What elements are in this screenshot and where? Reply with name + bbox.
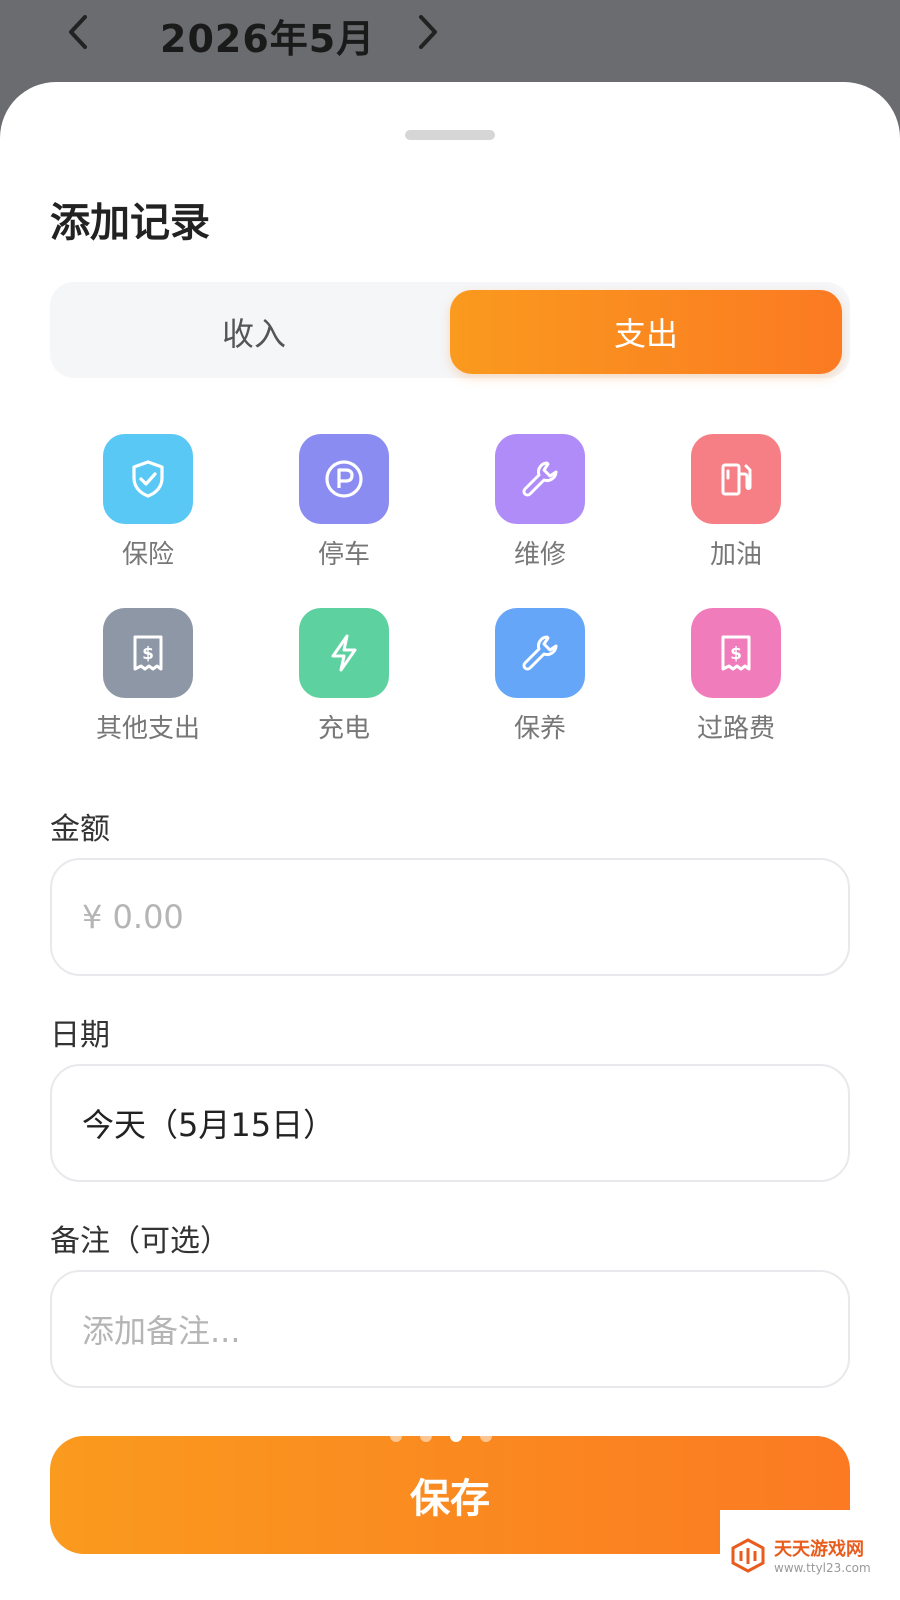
- note-label: 备注（可选）: [50, 1224, 230, 1259]
- date-label: 日期: [50, 1018, 110, 1053]
- category-tile: [103, 434, 193, 524]
- month-title: 2026年5月: [160, 17, 376, 61]
- watermark-url: www.ttyl23.com: [774, 1561, 871, 1575]
- category-tile: [495, 434, 585, 524]
- note-input[interactable]: 添加备注...: [50, 1270, 850, 1388]
- page-dot-active: [450, 1430, 462, 1442]
- tab-expense[interactable]: 支出: [450, 290, 842, 374]
- drag-handle[interactable]: [405, 130, 495, 140]
- shield-check-icon: [132, 460, 164, 498]
- category-toll[interactable]: $ 过路费: [646, 608, 826, 758]
- receipt-dollar-icon: $: [133, 635, 163, 671]
- date-value: 今天（5月15日）: [82, 1106, 336, 1144]
- prev-month-button[interactable]: [58, 12, 98, 52]
- date-field[interactable]: 今天（5月15日）: [50, 1064, 850, 1182]
- watermark: 天天游戏网 www.ttyl23.com: [720, 1510, 900, 1600]
- next-month-button[interactable]: [408, 12, 448, 52]
- parking-icon: [325, 460, 363, 498]
- page-indicator: [390, 1430, 492, 1442]
- category-tile: $: [691, 608, 781, 698]
- category-fuel[interactable]: 加油: [646, 434, 826, 584]
- category-tile: [299, 434, 389, 524]
- type-segmented-control: 收入 支出: [50, 282, 850, 378]
- amount-label: 金额: [50, 812, 110, 847]
- page-dot: [480, 1430, 492, 1442]
- category-charging[interactable]: 充电: [254, 608, 434, 758]
- add-record-sheet: 添加记录 收入 支出 保险 停车 维修 加油 $ 其他支出 充电 保养 $ 过路…: [0, 82, 900, 1600]
- amount-placeholder: ¥ 0.00: [82, 898, 184, 936]
- category-label: 保养: [513, 714, 566, 744]
- wrench-icon: [522, 461, 558, 497]
- wrench-icon: [522, 635, 558, 671]
- category-repair[interactable]: 维修: [450, 434, 630, 584]
- category-parking[interactable]: 停车: [254, 434, 434, 584]
- amount-input[interactable]: ¥ 0.00: [50, 858, 850, 976]
- category-tile: [691, 434, 781, 524]
- category-label: 停车: [317, 540, 370, 570]
- chevron-right-icon: [419, 15, 437, 49]
- category-insurance[interactable]: 保险: [58, 434, 238, 584]
- tab-income[interactable]: 收入: [58, 290, 450, 374]
- category-tile: $: [103, 608, 193, 698]
- category-tile: [495, 608, 585, 698]
- category-maintenance[interactable]: 保养: [450, 608, 630, 758]
- page-dot: [420, 1430, 432, 1442]
- svg-text:$: $: [730, 644, 742, 664]
- category-label: 过路费: [696, 714, 775, 744]
- fuel-pump-icon: [721, 463, 752, 496]
- watermark-logo-icon: [731, 1538, 765, 1573]
- receipt-dollar-icon: $: [721, 635, 751, 671]
- note-placeholder: 添加备注...: [82, 1312, 241, 1350]
- category-label: 加油: [709, 540, 762, 570]
- page-dot: [390, 1430, 402, 1442]
- chevron-left-icon: [69, 15, 87, 49]
- category-tile: [299, 608, 389, 698]
- category-label: 保险: [121, 540, 174, 570]
- svg-text:$: $: [142, 644, 154, 664]
- category-other-expense[interactable]: $ 其他支出: [58, 608, 238, 758]
- category-label: 维修: [513, 540, 566, 570]
- lightning-icon: [331, 634, 357, 672]
- category-label: 其他支出: [95, 714, 200, 744]
- category-label: 充电: [317, 714, 370, 744]
- watermark-name: 天天游戏网: [774, 1539, 864, 1560]
- sheet-title: 添加记录: [50, 200, 210, 246]
